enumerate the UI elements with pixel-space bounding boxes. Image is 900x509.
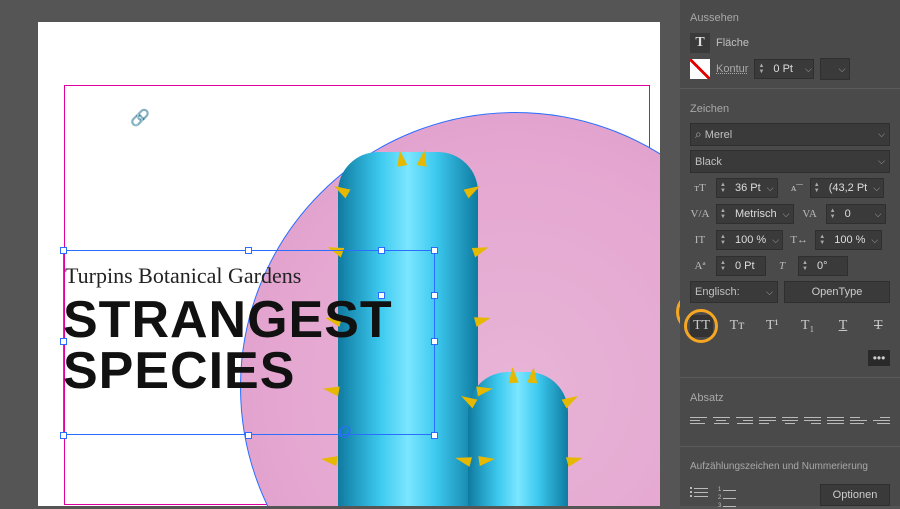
appearance-section-title: Aussehen: [690, 12, 890, 24]
vertical-scale-input[interactable]: ▲▼ 100 % ⌵: [716, 230, 783, 250]
kerning-input[interactable]: ▲▼ Metrisch ⌵: [716, 204, 794, 224]
spike: [507, 367, 518, 384]
tracking-input[interactable]: ▲▼ 0 ⌵: [826, 204, 886, 224]
stroke-style-dropdown[interactable]: ⌵: [820, 58, 850, 80]
baseline-shift-icon: Aª: [690, 256, 710, 276]
font-size-input[interactable]: ▲▼ 36 Pt ⌵: [716, 178, 778, 198]
link-icon: 🔗: [130, 108, 150, 128]
justify-center-button[interactable]: [782, 412, 799, 428]
underline-button[interactable]: T: [831, 315, 854, 337]
spike: [527, 367, 538, 384]
bullets-section-title: Aufzählungszeichen und Nummerierung: [690, 461, 890, 472]
selection-handle[interactable]: [60, 338, 67, 345]
font-family-value: Merel: [705, 129, 733, 141]
horizontal-scale-icon: T↔: [789, 230, 809, 250]
more-options-button[interactable]: •••: [868, 350, 890, 366]
stroke-swatch-icon[interactable]: [690, 59, 710, 79]
justify-left-button[interactable]: [759, 412, 776, 428]
language-dropdown[interactable]: Englisch: ⌵: [690, 281, 778, 303]
align-left-button[interactable]: [690, 412, 707, 428]
align-away-spine-button[interactable]: [873, 412, 890, 428]
chevron-down-icon: ⌵: [878, 156, 885, 167]
selection-handle[interactable]: [431, 247, 438, 254]
chevron-down-icon: ⌵: [878, 129, 885, 140]
skew-input[interactable]: ▲▼ 0°: [798, 256, 848, 276]
font-family-dropdown[interactable]: ⌕ Merel ⌵: [690, 123, 890, 146]
spike: [320, 454, 337, 466]
selection-handle[interactable]: [431, 338, 438, 345]
stroke-weight-value: 0 Pt: [767, 63, 803, 75]
selection-handle[interactable]: [60, 432, 67, 439]
justify-all-button[interactable]: [827, 412, 844, 428]
document-canvas[interactable]: 🔗 Turpins Botanical Gardens STRANGEST SP…: [38, 22, 660, 506]
overflow-indicator: O: [338, 422, 351, 443]
skew-icon: T: [772, 256, 792, 276]
font-style-dropdown[interactable]: Black ⌵: [690, 150, 890, 173]
properties-panel: Aussehen T Fläche Kontur ▲▼ 0 Pt ⌵ ⌵ Zei…: [680, 0, 900, 506]
list-options-button[interactable]: Optionen: [820, 484, 890, 506]
vertical-scale-icon: IT: [690, 230, 710, 250]
numbered-list-button[interactable]: 1 2 3: [718, 487, 736, 503]
leading-input[interactable]: ▲▼ (43,2 Pt ⌵: [810, 178, 885, 198]
leading-icon: ᴀ͞: [784, 178, 804, 198]
selection-handle[interactable]: [378, 292, 385, 299]
selection-handle[interactable]: [431, 292, 438, 299]
strikethrough-button[interactable]: T: [867, 315, 890, 337]
search-icon: ⌕: [695, 127, 702, 142]
opentype-button[interactable]: OpenType: [784, 281, 890, 303]
kerning-icon: V/A: [690, 204, 710, 224]
subscript-button[interactable]: T₁: [796, 315, 819, 337]
character-section-title: Zeichen: [690, 103, 890, 115]
justify-right-button[interactable]: [804, 412, 821, 428]
text-frame-selection[interactable]: [63, 250, 435, 435]
selection-handle[interactable]: [60, 247, 67, 254]
stroke-weight-input[interactable]: ▲▼ 0 Pt ⌵: [754, 59, 814, 79]
bulleted-list-button[interactable]: [690, 487, 708, 503]
stroke-label[interactable]: Kontur: [716, 63, 748, 75]
paragraph-section-title: Absatz: [690, 392, 890, 404]
align-towards-spine-button[interactable]: [850, 412, 867, 428]
selection-handle[interactable]: [245, 247, 252, 254]
align-center-button[interactable]: [713, 412, 730, 428]
superscript-button[interactable]: T¹: [761, 315, 784, 337]
baseline-shift-input[interactable]: ▲▼ 0 Pt: [716, 256, 766, 276]
fill-label: Fläche: [716, 37, 749, 49]
font-size-icon: тT: [690, 178, 710, 198]
selection-handle[interactable]: [245, 432, 252, 439]
horizontal-scale-input[interactable]: ▲▼ 100 % ⌵: [815, 230, 882, 250]
selection-handle[interactable]: [431, 432, 438, 439]
font-style-value: Black: [695, 156, 722, 168]
tracking-icon: VA: [800, 204, 820, 224]
align-right-button[interactable]: [736, 412, 753, 428]
fill-swatch-icon[interactable]: T: [690, 33, 710, 53]
small-caps-button[interactable]: Tᴛ: [725, 315, 748, 337]
selection-handle[interactable]: [378, 247, 385, 254]
all-caps-button[interactable]: TT: [690, 315, 713, 337]
